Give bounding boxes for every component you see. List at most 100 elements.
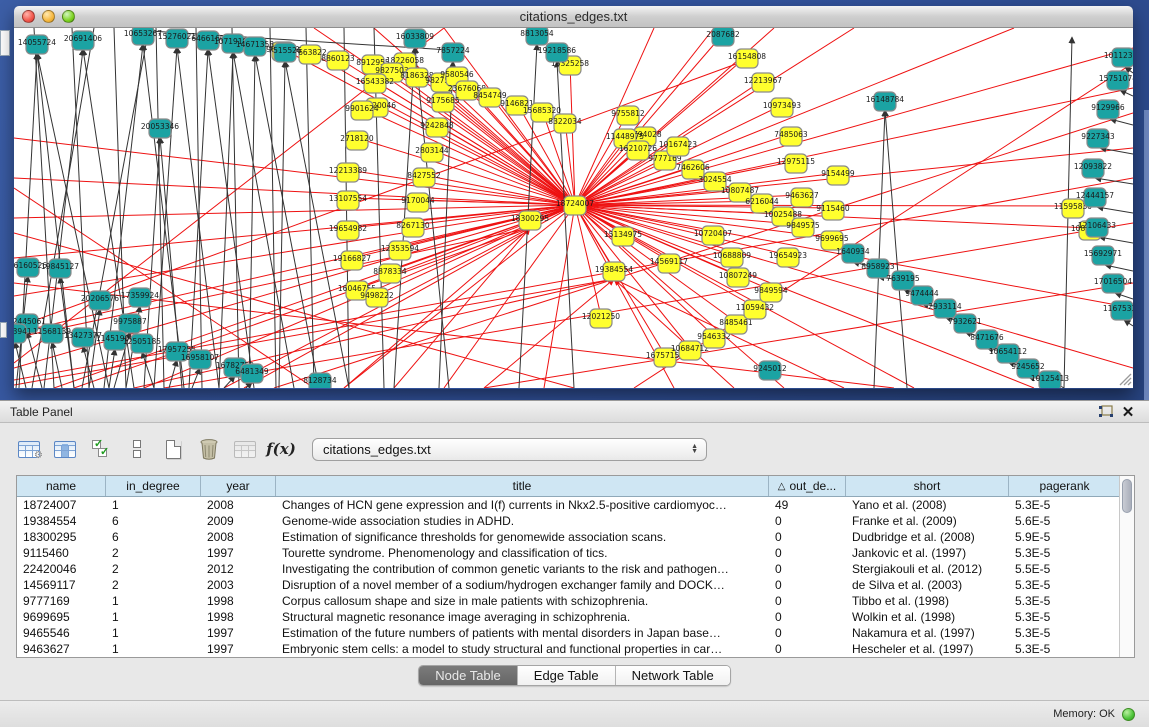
graph-node[interactable]: 13107554: [329, 191, 367, 210]
graph-node[interactable]: 8128734: [303, 373, 337, 388]
graph-node[interactable]: 9129966: [1091, 100, 1125, 119]
table-row[interactable]: 977716911998Corpus callosum shape and si…: [17, 593, 1134, 609]
graph-node[interactable]: 20053346: [141, 119, 179, 138]
graph-node[interactable]: 20691406: [64, 31, 102, 50]
table-row[interactable]: 946362711997Embryonic stem cells: a mode…: [17, 641, 1134, 657]
graph-node[interactable]: 19654923: [769, 248, 807, 267]
graph-node[interactable]: 16033809: [396, 29, 434, 48]
graph-node[interactable]: 1640934: [836, 244, 870, 263]
graph-node[interactable]: 9154499: [821, 166, 855, 185]
table-header-row[interactable]: namein_degreeyeartitle△out_de...shortpag…: [17, 476, 1134, 497]
table-cell: 2008: [201, 497, 276, 513]
graph-node[interactable]: 9849594: [754, 283, 788, 302]
graph-node[interactable]: 17016504: [1094, 274, 1132, 293]
float-panel-icon[interactable]: [1095, 403, 1117, 421]
tab-node-table[interactable]: Node Table: [419, 666, 518, 685]
column-header-out_de[interactable]: △out_de...: [769, 476, 846, 496]
graph-node[interactable]: 7485063: [774, 127, 808, 146]
graph-node[interactable]: 10125413: [1031, 371, 1069, 388]
window-titlebar[interactable]: citations_edges.txt: [14, 6, 1133, 28]
table-cell: 5.3E-5: [1009, 593, 1121, 609]
graph-node[interactable]: 19384554: [595, 262, 633, 281]
graph-node[interactable]: 17359924: [121, 288, 159, 307]
graph-node[interactable]: 9975887: [113, 314, 147, 333]
graph-node[interactable]: 6481349: [235, 364, 269, 383]
unselect-rows-button[interactable]: [124, 437, 150, 461]
graph-node[interactable]: 9498222: [360, 288, 394, 307]
window-resize-grip[interactable]: [1128, 382, 1131, 385]
table-row[interactable]: 1938455462009Genome-wide association stu…: [17, 513, 1134, 529]
tab-edge-table[interactable]: Edge Table: [518, 666, 616, 685]
graph-node-label: 15692971: [1084, 249, 1122, 258]
graph-node[interactable]: 9245012: [753, 361, 787, 380]
apply-function-button[interactable]: f(x): [268, 437, 294, 461]
graph-node[interactable]: 2803144: [415, 143, 449, 162]
graph-node[interactable]: 19845127: [41, 259, 79, 278]
graph-node[interactable]: 12093822: [1074, 159, 1112, 178]
column-header-name[interactable]: name: [17, 476, 106, 496]
graph-node[interactable]: 8813054: [520, 28, 554, 45]
graph-node[interactable]: 8860123: [321, 51, 355, 70]
close-panel-icon[interactable]: ✕: [1117, 403, 1139, 421]
table-row[interactable]: 1830029562008Estimation of significance …: [17, 529, 1134, 545]
table-row[interactable]: 1872400712008Changes of HCN gene express…: [17, 497, 1134, 513]
delete-rows-button[interactable]: [196, 437, 222, 461]
graph-node[interactable]: 16543382: [356, 74, 394, 93]
column-header-title[interactable]: title: [276, 476, 769, 496]
column-header-year[interactable]: year: [201, 476, 276, 496]
minimize-window-button[interactable]: [42, 10, 55, 23]
new-document-button[interactable]: [160, 437, 186, 461]
table-vertical-scrollbar[interactable]: [1119, 476, 1134, 657]
citation-network-graph[interactable]: 1872400796538227663822886012389129551822…: [14, 28, 1133, 388]
graph-node[interactable]: 11675334: [1103, 301, 1133, 320]
graph-node[interactable]: 2087682: [706, 28, 740, 46]
graph-node[interactable]: 14055724: [18, 35, 56, 54]
graph-node[interactable]: 10720407: [694, 226, 732, 245]
tab-network-table[interactable]: Network Table: [616, 666, 730, 685]
graph-node[interactable]: 9463627: [785, 188, 819, 207]
select-all-rows-button[interactable]: ✓ ✓: [88, 437, 114, 461]
graph-node[interactable]: 8267130: [396, 218, 430, 237]
graph-node[interactable]: 14569117: [650, 254, 688, 273]
graph-node[interactable]: 19654982: [329, 221, 367, 240]
graph-node[interactable]: 12021250: [582, 309, 620, 328]
zoom-window-button[interactable]: [62, 10, 75, 23]
graph-node[interactable]: 7932621: [948, 314, 982, 333]
graph-node[interactable]: 12975115: [777, 154, 815, 173]
graph-node[interactable]: 19166827: [333, 251, 371, 270]
graph-node[interactable]: 10807249: [719, 268, 757, 287]
column-header-in_degree[interactable]: in_degree: [106, 476, 201, 496]
graph-node[interactable]: 15692971: [1084, 246, 1122, 265]
table-settings-button[interactable]: ⚙: [16, 437, 42, 461]
graph-node[interactable]: 10112384: [1104, 48, 1133, 67]
network-canvas[interactable]: 1872400796538227663822886012389129551822…: [14, 28, 1133, 388]
graph-node[interactable]: 9227343: [1081, 129, 1115, 148]
table-row[interactable]: 969969511998Structural magnetic resonanc…: [17, 609, 1134, 625]
graph-node[interactable]: 9242848: [420, 118, 454, 137]
graph-node-label: 3913941: [14, 327, 32, 336]
column-header-pagerank[interactable]: pagerank: [1009, 476, 1121, 496]
table-cell: Estimation of the future numbers of pati…: [276, 625, 769, 641]
network-view-window[interactable]: citations_edges.txt 18724007965382276638…: [14, 6, 1133, 389]
table-row[interactable]: 911546021997Tourette syndrome. Phenomeno…: [17, 545, 1134, 561]
select-columns-button[interactable]: [52, 437, 78, 461]
graph-node[interactable]: 7857224: [436, 43, 470, 62]
table-panel-header[interactable]: Table Panel ✕: [0, 401, 1149, 423]
graph-node[interactable]: 15751074: [1099, 71, 1133, 90]
graph-node[interactable]: 16958107: [181, 350, 219, 369]
graph-node[interactable]: 10688809: [713, 248, 751, 267]
table-row[interactable]: 946554611997Estimation of the future num…: [17, 625, 1134, 641]
close-window-button[interactable]: [22, 10, 35, 23]
graph-node[interactable]: 15134975: [604, 227, 642, 246]
column-header-short[interactable]: short: [846, 476, 1009, 496]
table-source-dropdown[interactable]: citations_edges.txt ▲▼: [312, 438, 707, 461]
table-row[interactable]: 2242004622012Investigating the contribut…: [17, 561, 1134, 577]
check-icon: ✓: [100, 445, 109, 458]
graph-node[interactable]: 8427552: [407, 168, 441, 187]
scrollbar-thumb[interactable]: [1122, 479, 1132, 513]
graph-node[interactable]: 8322034: [548, 114, 582, 133]
graph-node[interactable]: 12353594: [381, 241, 419, 260]
graph-node[interactable]: 16148784: [866, 92, 904, 111]
table-row[interactable]: 1456911722003Disruption of a novel membe…: [17, 577, 1134, 593]
graph-node[interactable]: 10973493: [763, 98, 801, 117]
